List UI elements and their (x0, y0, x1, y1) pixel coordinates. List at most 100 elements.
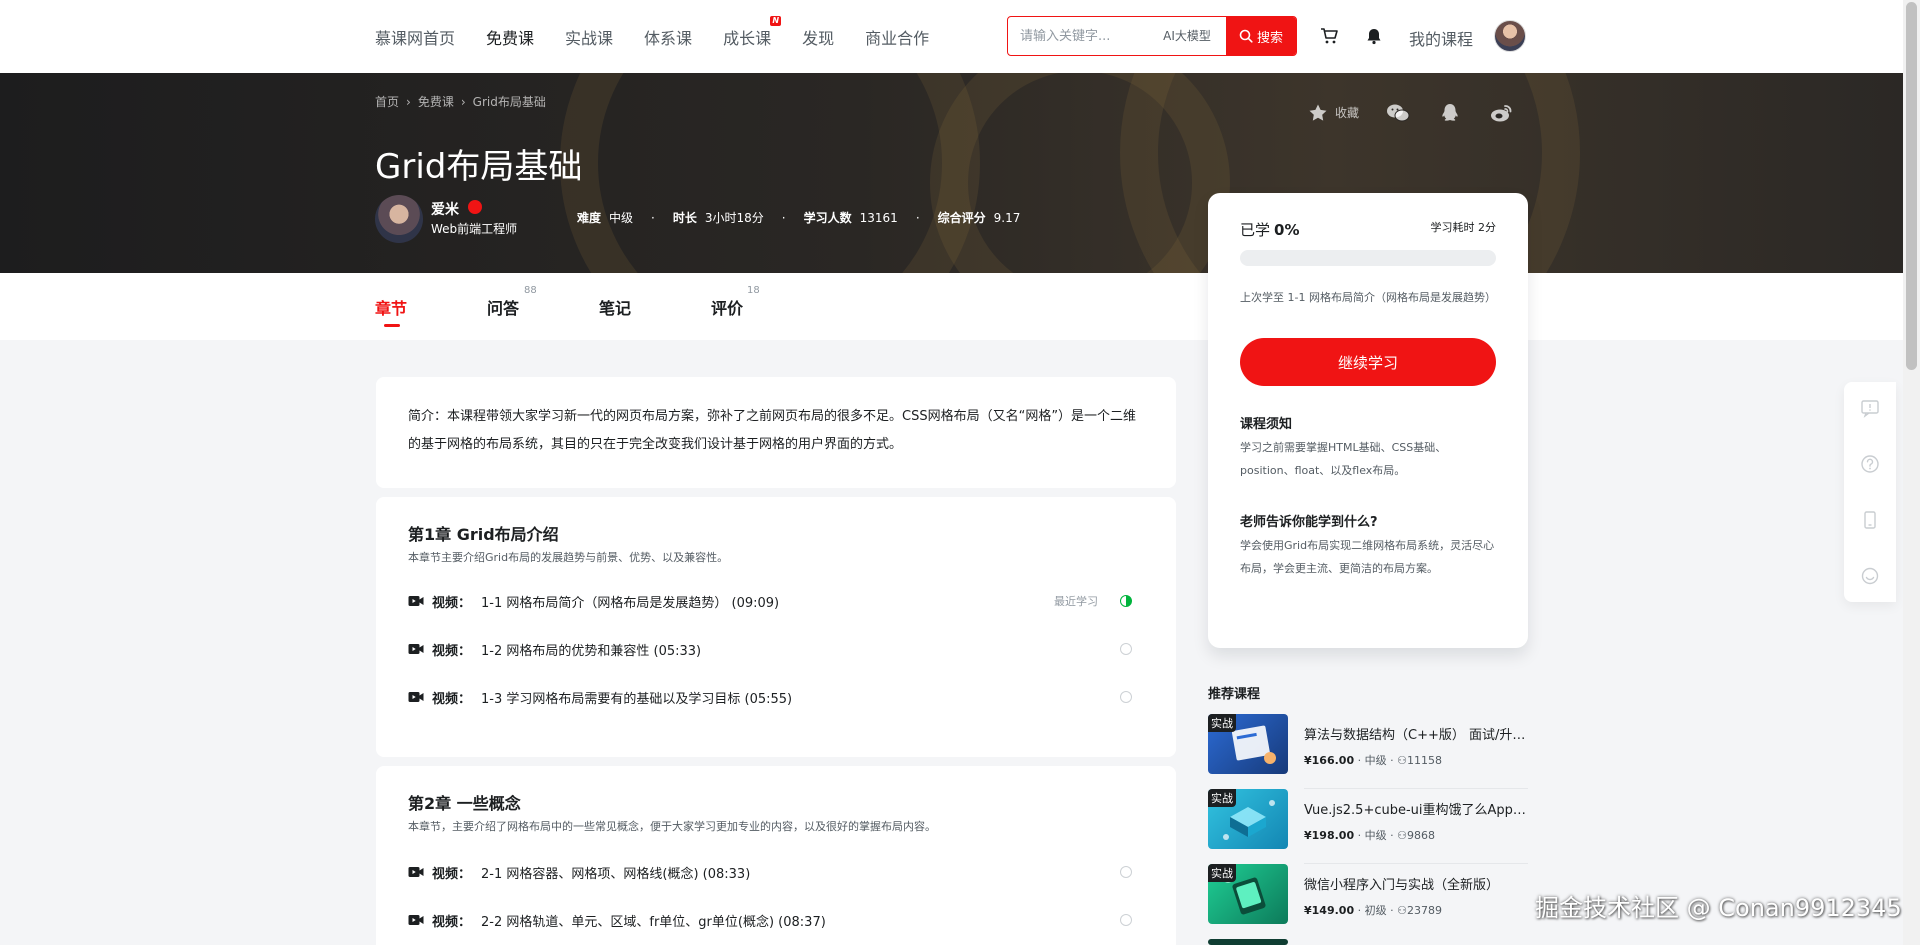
lesson-item[interactable]: 视频： 2-2 网格轨道、单元、区域、fr单位、gr单位(概念) (08:37) (408, 902, 1144, 938)
course-level: 中级 (1364, 829, 1387, 842)
top-navbar: 慕课网首页 免费课 实战课 体系课 成长课N 发现 商业合作 AI大模型 搜索 … (0, 0, 1903, 73)
lesson-type: 视频： (432, 643, 472, 659)
lesson-type: 视频： (432, 866, 472, 882)
nav-discover[interactable]: 发现 (802, 25, 834, 49)
meta-students-label: 学习人数 (803, 211, 852, 225)
nav-system-courses[interactable]: 体系课 (644, 25, 692, 49)
meta-separator: · (915, 210, 920, 225)
lesson-name: 2-1 网格容器、网格项、网格线(概念) (08:33) (481, 866, 751, 882)
last-study-info: 上次学至 1-1 网格布局简介（网格布局是发展趋势） (1240, 291, 1496, 304)
teacher-name[interactable]: 爱米 (431, 199, 459, 219)
course-level: 初级 (1364, 904, 1387, 917)
breadcrumb-current: Grid布局基础 (472, 95, 546, 109)
tab-chapters[interactable]: 章节 (375, 295, 407, 319)
meta-difficulty-label: 难度 (577, 211, 602, 225)
continue-learning-button[interactable]: 继续学习 (1240, 338, 1496, 386)
course-students: 23789 (1406, 904, 1442, 917)
recommended-course-item[interactable] (1208, 939, 1528, 945)
nav-home[interactable]: 慕课网首页 (375, 25, 455, 49)
feedback-icon[interactable] (1860, 398, 1880, 418)
tab-notes[interactable]: 笔记 (599, 295, 631, 319)
customer-service-icon[interactable] (1860, 566, 1880, 586)
star-icon[interactable] (1308, 103, 1328, 123)
user-icon: ⚇ (1397, 829, 1407, 842)
mobile-app-icon[interactable] (1860, 510, 1880, 530)
course-notice-title: 课程须知 (1240, 417, 1293, 432)
lesson-progress-icon (1120, 866, 1132, 878)
course-type-tag: 实战 (1208, 864, 1236, 882)
lesson-name: 1-1 网格布局简介（网格布局是发展趋势） (09:09) (481, 595, 780, 611)
collect-label[interactable]: 收藏 (1335, 104, 1359, 121)
nav-free-courses[interactable]: 免费课 (486, 25, 534, 49)
help-icon[interactable] (1860, 454, 1880, 474)
chapter-card: 第1章 Grid布局介绍 本章节主要介绍Grid布局的发展趋势与前景、优势、以及… (376, 497, 1176, 757)
chapter-title: 第1章 Grid布局介绍 (408, 525, 559, 544)
reviews-count: 18 (747, 285, 760, 296)
tab-qa[interactable]: 问答 (487, 295, 519, 319)
search-button[interactable]: 搜索 (1226, 17, 1296, 55)
video-icon (408, 692, 424, 702)
video-icon (408, 644, 424, 654)
my-courses-link[interactable]: 我的课程 (1409, 26, 1473, 50)
course-hero-banner: 首页 › 免费课 › Grid布局基础 Grid布局基础 爱米 Web前端工程师 难… (0, 73, 1903, 273)
nav-practical-courses[interactable]: 实战课 (565, 25, 613, 49)
lesson-progress-icon (1120, 595, 1132, 607)
teacher-avatar[interactable] (375, 195, 423, 243)
learning-gain-title: 老师告诉你能学到什么? (1240, 515, 1378, 530)
breadcrumb-home[interactable]: 首页 (375, 93, 399, 110)
course-name: Vue.js2.5+cube-ui重构饿了么App（经典再升级） (1304, 803, 1528, 818)
progress-bar (1240, 250, 1496, 266)
breadcrumb-free-courses[interactable]: 免费课 (418, 93, 454, 110)
course-level: 中级 (1364, 754, 1387, 767)
video-icon (408, 596, 424, 606)
nav-growth-courses[interactable]: 成长课 N (723, 15, 782, 49)
qq-icon[interactable] (1440, 103, 1460, 123)
bell-icon[interactable] (1366, 27, 1382, 45)
learning-gain-text: 学会使用Grid布局实现二维网格布局系统，灵活尽心布局，学会更主流、更简洁的布局… (1240, 539, 1495, 575)
search-button-label: 搜索 (1256, 30, 1283, 46)
recommended-course-item[interactable]: 实战 算法与数据结构（C++版） 面试/升职必备 ¥166.00 · 中级 · … (1208, 714, 1528, 789)
lesson-type: 视频： (432, 914, 472, 930)
new-badge: N (770, 15, 782, 26)
learned-progress: 已学 0% (1240, 219, 1299, 240)
chapter-card: 第2章 一些概念 本章节，主要介绍了网格布局中的一些常见概念，便于大家学习更加专… (376, 766, 1176, 945)
course-price: ¥198.00 (1304, 829, 1355, 842)
cart-icon[interactable] (1320, 27, 1338, 45)
user-avatar[interactable] (1494, 20, 1526, 52)
lesson-item[interactable]: 视频： 1-2 网格布局的优势和兼容性 (05:33) (408, 631, 1144, 667)
course-thumbnail: 实战 (1208, 864, 1288, 924)
weibo-icon[interactable] (1490, 103, 1514, 123)
chapter-description: 本章节，主要介绍了网格布局中的一些常见概念，便于大家学习更加专业的内容，以及很好… (408, 820, 936, 833)
course-title: Grid布局基础 (375, 147, 583, 187)
course-type-tag: 实战 (1208, 789, 1236, 807)
video-icon (408, 915, 424, 925)
active-tab-indicator (384, 324, 400, 327)
tab-reviews[interactable]: 评价 (711, 295, 743, 319)
teacher-title: Web前端工程师 (431, 222, 518, 236)
recommended-course-item[interactable]: 实战 Vue.js2.5+cube-ui重构饿了么App（经典再升级） ¥198… (1208, 789, 1528, 864)
lesson-item[interactable]: 视频： 1-3 学习网格布局需要有的基础以及学习目标 (05:55) (408, 679, 1144, 715)
nav-business[interactable]: 商业合作 (865, 25, 929, 49)
scrollbar-thumb[interactable] (1906, 2, 1917, 370)
chapter-title: 第2章 一些概念 (408, 794, 521, 813)
lesson-item[interactable]: 视频： 2-1 网格容器、网格项、网格线(概念) (08:33) (408, 854, 1144, 890)
meta-rating-label: 综合评分 (937, 211, 986, 225)
course-intro-text: 简介：本课程带领大家学习新一代的网页布局方案，弥补了之前网页布局的很多不足。CS… (408, 409, 1137, 452)
course-thumbnail (1208, 939, 1288, 945)
course-meta: ¥166.00 · 中级 · ⚇11158 (1304, 754, 1442, 767)
user-icon: ⚇ (1397, 904, 1407, 917)
search-icon (1239, 29, 1253, 43)
course-students: 11158 (1406, 754, 1442, 767)
search-hot-tag[interactable]: AI大模型 (1148, 17, 1226, 55)
recommended-course-item[interactable]: 实战 微信小程序入门与实战（全新版） ¥149.00 · 初级 · ⚇23789 (1208, 864, 1528, 939)
search-input[interactable] (1008, 17, 1148, 55)
chevron-right-icon: › (460, 94, 466, 109)
study-progress-card: 已学 0% 学习耗时 2分 上次学至 1-1 网格布局简介（网格布局是发展趋势） … (1208, 193, 1528, 648)
nav-growth-label: 成长课 (723, 28, 772, 48)
lesson-item[interactable]: 视频： 1-1 网格布局简介（网格布局是发展趋势） (09:09) 最近学习 (408, 583, 1144, 619)
course-name: 算法与数据结构（C++版） 面试/升职必备 (1304, 728, 1528, 743)
course-price: ¥149.00 (1304, 904, 1355, 917)
watermark: 掘金技术社区 @ Conan9912345 (1535, 894, 1902, 922)
wechat-icon[interactable] (1386, 103, 1410, 123)
meta-separator: · (651, 210, 655, 225)
